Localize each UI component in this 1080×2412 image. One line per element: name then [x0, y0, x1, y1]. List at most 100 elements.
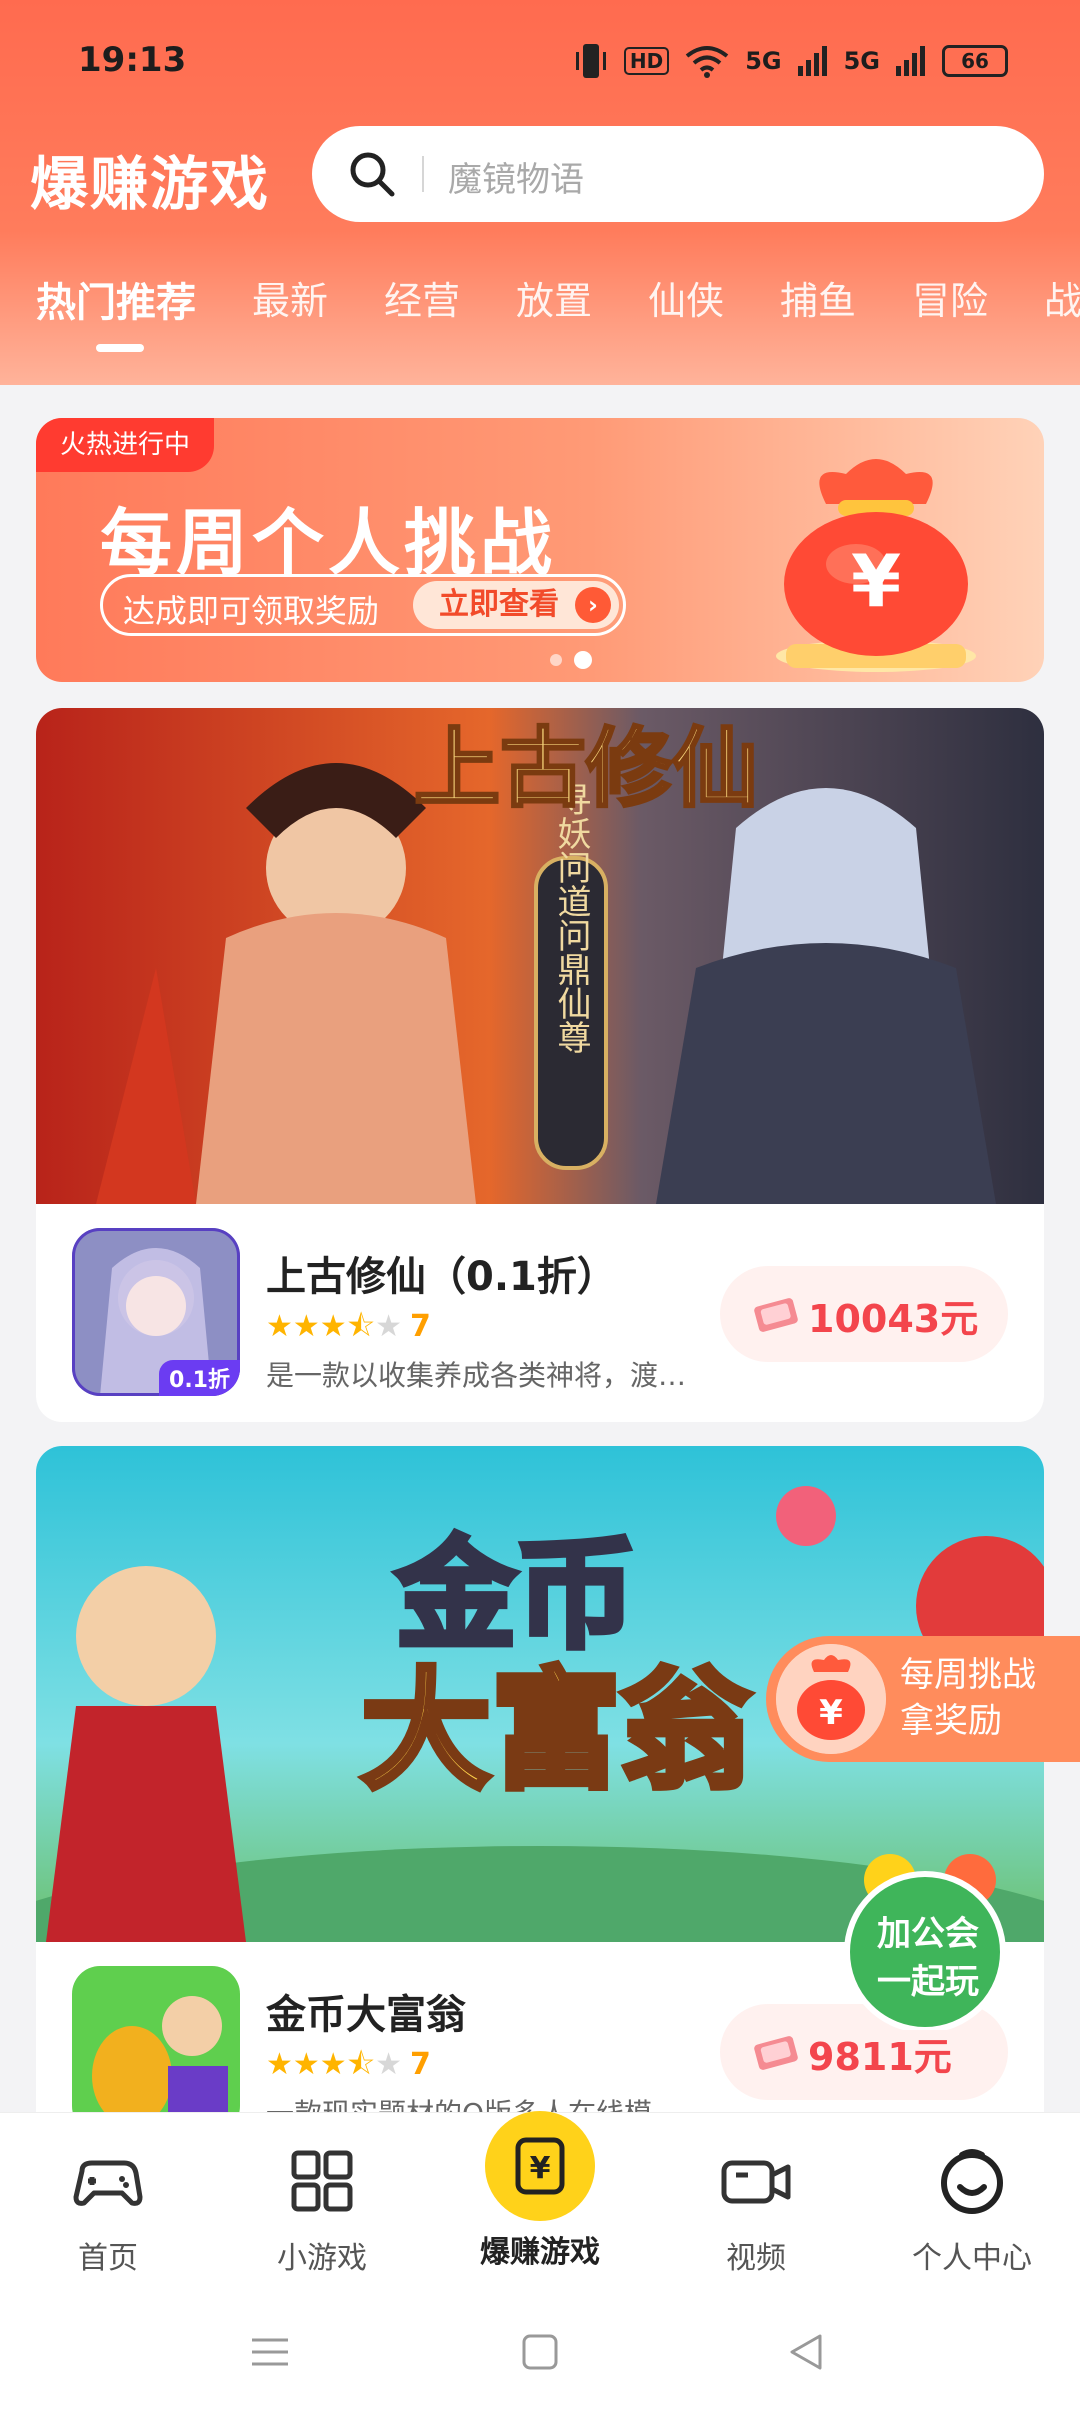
reward-badge[interactable]: 10043元	[720, 1266, 1008, 1362]
float-guild-line1: 加公会	[877, 1914, 979, 1954]
bottom-nav: 首页 小游戏 ¥ 爆赚游戏 视频 个人中心	[0, 2111, 1080, 2292]
menu-icon[interactable]	[248, 2330, 292, 2374]
chevron-right-icon: ›	[575, 587, 611, 623]
tab-adventure[interactable]: 冒险	[912, 270, 988, 325]
back-triangle-icon[interactable]	[784, 2330, 828, 2374]
game-description: 是一款以收集养成各类神将，渡…	[266, 1359, 687, 1392]
status-icons: HD 5G 5G 66	[574, 42, 1008, 80]
banner-view-button[interactable]: 立即查看 ›	[413, 581, 619, 629]
status-bar: 19:13 HD 5G 5G 66	[0, 36, 1080, 86]
nav-label-earn-games: 爆赚游戏	[480, 2235, 600, 2270]
tab-xianxia[interactable]: 仙侠	[648, 270, 724, 325]
game-icon[interactable]: 0.1折	[72, 1228, 240, 1396]
signal-5g-label: 5G	[745, 47, 782, 75]
signal-5g-label-2: 5G	[843, 47, 880, 75]
wifi-icon	[685, 46, 729, 78]
nav-label-video: 视频	[726, 2241, 786, 2276]
banner-subtitle: 达成即可领取奖励	[123, 592, 380, 630]
tab-fishing[interactable]: 捕鱼	[780, 270, 856, 325]
battery-icon: 66	[942, 45, 1008, 77]
half-star-icon: ⯪	[346, 1309, 376, 1344]
nav-item-home[interactable]: 首页	[8, 2141, 208, 2277]
money-bag-icon: ¥	[776, 459, 976, 672]
game-icon-2[interactable]	[72, 1966, 240, 2134]
join-guild-float-button[interactable]: 加公会 一起玩	[830, 1840, 1020, 2033]
art-title-2: 大富翁	[361, 1655, 751, 1807]
nav-label-minigames: 小游戏	[277, 2241, 367, 2276]
signal-icon	[797, 46, 827, 76]
art-title-1: 金币	[395, 1526, 636, 1665]
vibrate-icon	[575, 44, 606, 78]
tab-hot[interactable]: 热门推荐	[36, 270, 196, 328]
banner-badge: 火热进行中	[36, 418, 215, 472]
header: 19:13 HD 5G 5G 66 爆赚游戏 魔镜物语 热门推荐 最新 经营 放…	[0, 0, 1080, 385]
app-screen: 19:13 HD 5G 5G 66 爆赚游戏 魔镜物语 热门推荐 最新 经营 放…	[0, 0, 1080, 2412]
rating-value: 7	[410, 1309, 431, 1344]
nav-label-profile: 个人中心	[912, 2241, 1032, 2276]
cash-icon	[754, 2036, 798, 2070]
status-time: 19:13	[78, 40, 187, 80]
tab-battle[interactable]: 战	[1044, 270, 1080, 325]
weekly-challenge-banner[interactable]: 火热进行中 每周个人挑战 达成即可领取奖励 立即查看 › ¥	[36, 418, 1044, 682]
tab-idle[interactable]: 放置	[516, 270, 592, 325]
reward-amount-2: 9811元	[808, 2035, 952, 2079]
search-icon	[350, 152, 395, 197]
rating-value-2: 7	[410, 2047, 431, 2082]
nav-item-profile[interactable]: 个人中心	[872, 2141, 1072, 2277]
hd-badge: HD	[623, 47, 670, 75]
money-bag-icon: ¥	[776, 1644, 886, 1754]
tab-newest[interactable]: 最新	[252, 270, 328, 325]
float-challenge-line1: 每周挑战	[900, 1655, 1036, 1695]
search-bar[interactable]: 魔镜物语	[312, 126, 1044, 222]
svg-text:¥: ¥	[851, 539, 901, 623]
cash-icon	[754, 1298, 798, 1332]
nav-label-home: 首页	[78, 2241, 138, 2276]
nav-item-minigames[interactable]: 小游戏	[222, 2141, 422, 2277]
art-caption: 寻妖问道问鼎仙尊	[551, 782, 591, 1054]
svg-text:¥: ¥	[530, 2151, 551, 2186]
discount-badge: 0.1折	[159, 1360, 240, 1396]
star-icon: ★★★	[266, 1309, 347, 1344]
game-card-2[interactable]: 金币 大富翁 金币大富翁 ★★★⯪★7 一款现实题材的Q版多人在线模… 9811…	[36, 1446, 1044, 2160]
video-icon	[721, 2160, 791, 2204]
home-square-icon[interactable]	[518, 2330, 562, 2374]
empty-star-icon: ★	[375, 1309, 403, 1344]
pager-dot-active	[574, 651, 592, 669]
half-star-icon: ⯪	[346, 2047, 376, 2082]
float-guild-text: 加公会 一起玩	[864, 1910, 992, 2006]
banner-pill: 达成即可领取奖励 立即查看 ›	[100, 574, 626, 636]
svg-text:¥: ¥	[819, 1693, 843, 1733]
rating-stars-2: ★★★⯪★ 7	[266, 2042, 431, 2093]
float-guild-line2: 一起玩	[877, 1962, 979, 2002]
banner-pager	[550, 651, 592, 669]
empty-star-icon: ★	[375, 2047, 403, 2082]
smile-face-icon	[941, 2149, 1003, 2214]
reward-amount: 10043元	[808, 1297, 979, 1341]
tab-business[interactable]: 经营	[384, 270, 460, 325]
search-input[interactable]: 魔镜物语	[448, 152, 584, 201]
float-challenge-line2: 拿奖励	[900, 1701, 1002, 1741]
float-challenge-text: 每周挑战 拿奖励	[900, 1652, 1036, 1744]
pager-dot	[550, 654, 562, 666]
yuan-coin-icon: ¥	[515, 2137, 565, 2195]
game-banner-image: 寻妖问道问鼎仙尊 上古修仙	[36, 708, 1044, 1204]
active-tab-indicator	[96, 344, 144, 352]
gamepad-icon	[73, 2160, 143, 2206]
weekly-challenge-float-button[interactable]: ¥ 每周挑战 拿奖励	[766, 1636, 1080, 1762]
banner-view-label: 立即查看	[439, 587, 559, 622]
game-icon-art-2	[72, 1966, 240, 2134]
game-card[interactable]: 寻妖问道问鼎仙尊 上古修仙 0.1折 上古修仙（0.1折） ★★★⯪★ 7 是一款…	[36, 708, 1044, 1422]
system-nav-bar	[0, 2292, 1080, 2412]
category-tabs: 热门推荐 最新 经营 放置 仙侠 捕鱼 冒险 战	[0, 270, 1080, 352]
rating-stars: ★★★⯪★ 7	[266, 1304, 431, 1355]
game-name: 上古修仙（0.1折）	[266, 1254, 617, 1300]
nav-item-earn-games[interactable]: ¥ 爆赚游戏	[440, 2111, 640, 2271]
nav-item-video[interactable]: 视频	[656, 2141, 856, 2277]
nav-active-circle: ¥	[485, 2111, 595, 2221]
app-title: 爆赚游戏	[30, 150, 271, 218]
art-title: 上古修仙	[414, 718, 758, 819]
grid-icon	[291, 2150, 353, 2212]
search-divider	[422, 156, 424, 192]
star-icon: ★★★	[266, 2047, 347, 2082]
game-name-2: 金币大富翁	[266, 1992, 466, 2038]
